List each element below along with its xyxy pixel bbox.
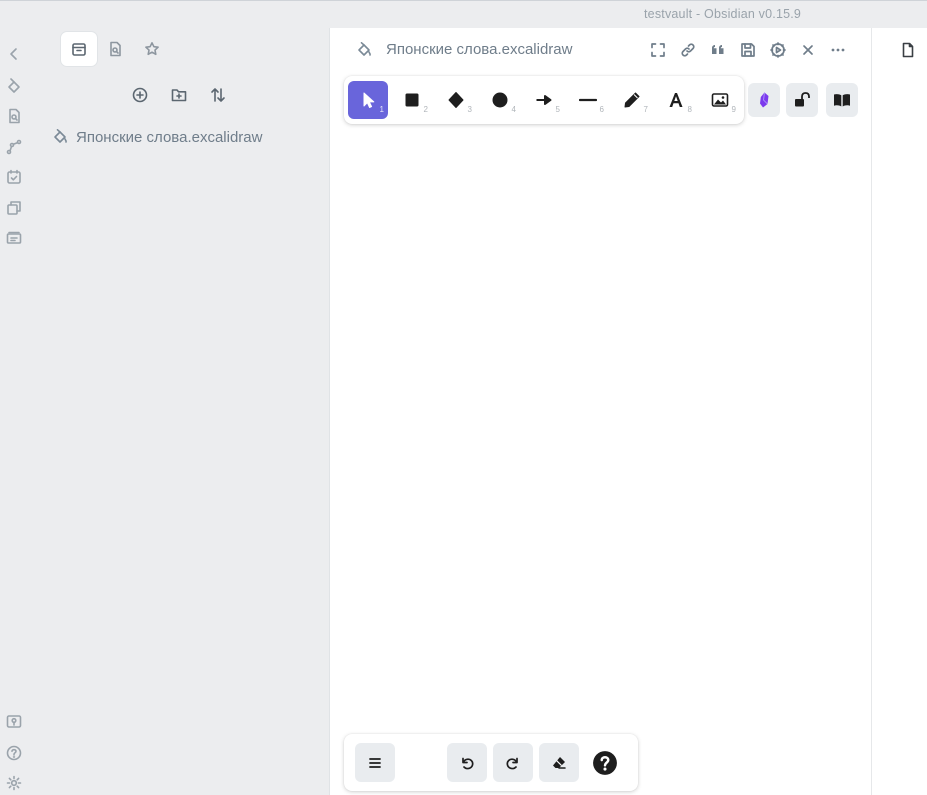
- excalidraw-file-icon: [54, 129, 67, 143]
- view-title[interactable]: Японские слова.excalidraw: [386, 41, 572, 58]
- left-sidebar: Японские слова.excalidraw: [28, 28, 330, 795]
- image-tool[interactable]: 9: [700, 81, 740, 119]
- menu-button[interactable]: [355, 743, 395, 782]
- excalidraw-icon[interactable]: [6, 78, 22, 94]
- tool-key: 8: [687, 105, 692, 114]
- search-tab[interactable]: [97, 32, 133, 66]
- arrow-tool[interactable]: 5: [524, 81, 564, 119]
- redo-icon: [506, 757, 518, 769]
- help-button[interactable]: [585, 743, 625, 782]
- rectangle-tool[interactable]: 2: [392, 81, 432, 119]
- daily-note-icon[interactable]: [6, 169, 22, 185]
- view-header: Японские слова.excalidraw: [330, 28, 871, 72]
- bottom-toolbar: [344, 734, 638, 791]
- script-engine-icon[interactable]: [769, 41, 787, 59]
- file-explorer-tab[interactable]: [61, 32, 97, 66]
- unlock-icon: [795, 92, 810, 107]
- more-options-icon[interactable]: [829, 41, 847, 59]
- help-circle-icon: [593, 750, 617, 775]
- tool-key: 2: [423, 105, 428, 114]
- pointer-icon: [363, 92, 375, 108]
- graph-view-icon[interactable]: [6, 139, 22, 155]
- tool-key: 9: [731, 105, 736, 114]
- undo-button[interactable]: [447, 743, 487, 782]
- excalidraw-view: Японские слова.excalidraw 1 2 3 4 5 6 7 …: [330, 28, 871, 795]
- save-icon[interactable]: [739, 41, 757, 59]
- sort-button[interactable]: [207, 84, 229, 106]
- settings-icon[interactable]: [6, 775, 22, 791]
- title-bar: testvault - Obsidian v0.15.9: [0, 0, 927, 28]
- new-note-button[interactable]: [129, 84, 151, 106]
- obsidian-app: testvault - Obsidian v0.15.9 Японские сл…: [0, 0, 927, 795]
- fullscreen-icon[interactable]: [649, 41, 667, 59]
- diamond-icon: [448, 92, 464, 108]
- slides-icon[interactable]: [6, 230, 22, 246]
- bookmarks-tab[interactable]: [134, 32, 170, 66]
- draw-tool[interactable]: 7: [612, 81, 652, 119]
- tool-key: 1: [379, 105, 384, 114]
- arrow-icon: [536, 95, 552, 105]
- right-sidebar: [871, 28, 927, 795]
- left-ribbon: [0, 28, 28, 795]
- close-icon[interactable]: [799, 41, 817, 59]
- redo-button[interactable]: [493, 743, 533, 782]
- new-folder-button[interactable]: [168, 84, 190, 106]
- line-icon: [579, 98, 597, 102]
- eraser-button[interactable]: [539, 743, 579, 782]
- library-button[interactable]: [826, 83, 858, 117]
- lock-toggle-button[interactable]: [786, 83, 818, 117]
- quote-icon[interactable]: [709, 41, 727, 59]
- tool-key: 4: [511, 105, 516, 114]
- collapse-chevron-icon[interactable]: [6, 46, 22, 62]
- text-icon: [669, 93, 683, 107]
- line-tool[interactable]: 6: [568, 81, 608, 119]
- obsidian-tools-button[interactable]: [748, 83, 780, 117]
- templates-icon[interactable]: [6, 200, 22, 216]
- selection-tool[interactable]: 1: [348, 81, 388, 119]
- tool-key: 7: [643, 105, 648, 114]
- image-icon: [711, 93, 729, 107]
- window-title: testvault - Obsidian v0.15.9: [644, 7, 802, 21]
- quick-switch-icon[interactable]: [6, 108, 22, 124]
- file-tree-item[interactable]: Японские слова.excalidraw: [52, 126, 262, 148]
- eraser-icon: [553, 756, 566, 769]
- link-icon[interactable]: [679, 41, 697, 59]
- tool-key: 6: [599, 105, 604, 114]
- ellipse-tool[interactable]: 4: [480, 81, 520, 119]
- excalidraw-file-icon: [356, 42, 372, 58]
- vault-switcher-icon[interactable]: [6, 714, 22, 730]
- shape-toolbar: 1 2 3 4 5 6 7 8 9: [344, 76, 744, 124]
- ellipse-icon: [492, 92, 508, 108]
- diamond-tool[interactable]: 3: [436, 81, 476, 119]
- text-tool[interactable]: 8: [656, 81, 696, 119]
- help-icon[interactable]: [6, 745, 22, 761]
- tool-key: 5: [555, 105, 560, 114]
- file-name: Японские слова.excalidraw: [76, 128, 263, 146]
- pencil-icon: [624, 92, 640, 108]
- tool-key: 3: [467, 105, 472, 114]
- undo-icon: [462, 757, 474, 769]
- menu-icon: [369, 757, 381, 768]
- library-book-icon: [834, 94, 850, 107]
- file-document-icon[interactable]: [900, 42, 916, 58]
- obsidian-crystal-icon: [760, 92, 769, 108]
- rectangle-icon: [405, 93, 419, 107]
